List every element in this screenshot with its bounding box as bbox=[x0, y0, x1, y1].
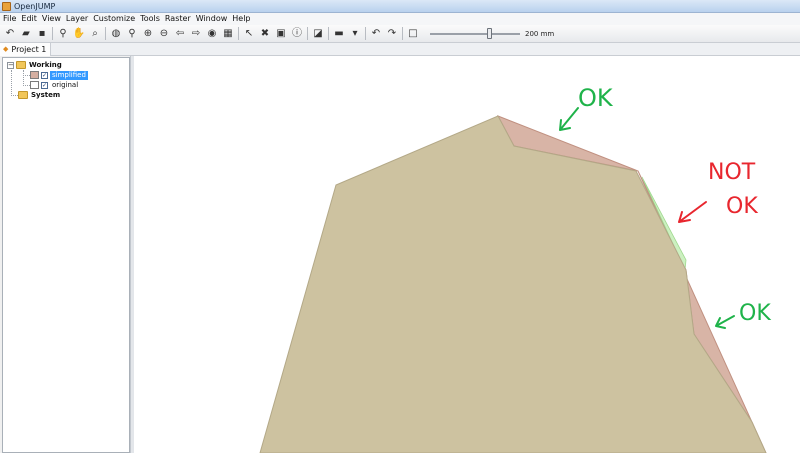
tree-line bbox=[23, 75, 30, 76]
fence-tool-icon[interactable]: □ bbox=[406, 27, 420, 41]
annotation-arrow bbox=[559, 107, 579, 131]
open-project-icon[interactable]: ▰ bbox=[19, 27, 33, 41]
slider-track bbox=[430, 32, 520, 35]
toolbar-separator bbox=[365, 27, 366, 40]
menu-edit[interactable]: Edit bbox=[19, 13, 40, 25]
undo-edit-icon[interactable]: ↶ bbox=[369, 27, 383, 41]
layer-visibility-checkbox[interactable]: ✓ bbox=[41, 71, 48, 79]
menu-raster[interactable]: Raster bbox=[163, 13, 194, 25]
original-polygon[interactable] bbox=[259, 115, 767, 453]
redo-edit-icon[interactable]: ↷ bbox=[385, 27, 399, 41]
map-drawing: OK NOT OK OK bbox=[259, 84, 771, 453]
annotation-ok-top: OK bbox=[578, 84, 614, 112]
measure-tool-icon[interactable]: ▬ bbox=[332, 27, 346, 41]
window-title: OpenJUMP bbox=[14, 1, 56, 11]
layer-label[interactable]: simplified bbox=[50, 70, 88, 80]
category-system[interactable]: System bbox=[18, 90, 60, 100]
category-label: System bbox=[31, 91, 61, 99]
category-label: Working bbox=[29, 61, 62, 69]
layer-original[interactable]: ✓ original bbox=[30, 80, 80, 90]
folder-icon bbox=[18, 91, 28, 99]
tree-line bbox=[11, 70, 12, 96]
annotation-arrow bbox=[715, 315, 735, 329]
delete-selected-icon[interactable]: ✖ bbox=[258, 27, 272, 41]
toolbar-separator bbox=[238, 27, 239, 40]
layer-label[interactable]: original bbox=[50, 81, 80, 90]
annotation-arrow bbox=[678, 201, 707, 223]
slider-thumb[interactable] bbox=[487, 27, 492, 39]
layer-style-swatch[interactable] bbox=[30, 81, 39, 89]
toolbar-separator bbox=[52, 27, 53, 40]
toolbar-separator bbox=[402, 27, 403, 40]
select-tool-icon[interactable]: ↖ bbox=[242, 27, 256, 41]
menu-window[interactable]: Window bbox=[194, 13, 231, 25]
zoom-selected-icon[interactable]: ⚲ bbox=[125, 27, 139, 41]
openjump-window: OpenJUMP File Edit View Layer Customize … bbox=[0, 0, 800, 453]
zoom-out-icon[interactable]: ⊖ bbox=[157, 27, 171, 41]
grid-icon[interactable]: ▦ bbox=[221, 27, 235, 41]
zoom-next-icon[interactable]: ⇨ bbox=[189, 27, 203, 41]
undo-icon[interactable]: ↶ bbox=[3, 27, 17, 41]
layer-style-swatch[interactable] bbox=[30, 71, 39, 79]
menu-bar: File Edit View Layer Customize Tools Ras… bbox=[0, 13, 800, 25]
zoom-previous-icon[interactable]: ⇦ bbox=[173, 27, 187, 41]
title-bar: OpenJUMP bbox=[0, 0, 800, 13]
annotation-ok-bottom: OK bbox=[739, 301, 771, 326]
layer-tree-panel: − Working ✓ simplified ✓ original System bbox=[2, 57, 130, 453]
toolbar-separator bbox=[328, 27, 329, 40]
zoom-scale-slider[interactable] bbox=[430, 27, 520, 41]
menu-layer[interactable]: Layer bbox=[64, 13, 91, 25]
tree-line bbox=[23, 70, 24, 86]
menu-tools[interactable]: Tools bbox=[138, 13, 163, 25]
app-icon bbox=[2, 1, 11, 11]
map-canvas[interactable]: OK NOT OK OK bbox=[134, 56, 800, 453]
info-icon[interactable]: ⓘ bbox=[290, 27, 304, 41]
dropdown-arrow-icon[interactable]: ▾ bbox=[348, 27, 362, 41]
project-tab-label: Project 1 bbox=[11, 44, 47, 54]
folder-icon bbox=[16, 61, 26, 69]
zoom-in-icon[interactable]: ⊕ bbox=[141, 27, 155, 41]
feature-info-icon[interactable]: ▣ bbox=[274, 27, 288, 41]
save-project-icon[interactable]: ▪ bbox=[35, 27, 49, 41]
zoom-tool-icon[interactable]: ⚲ bbox=[56, 27, 70, 41]
zoom-scale-label: 200 mm bbox=[525, 29, 555, 38]
annotation-ok-red: OK bbox=[726, 194, 758, 219]
zoom-to-fence-icon[interactable]: ◉ bbox=[205, 27, 219, 41]
zoom-full-extent-icon[interactable]: ◍ bbox=[109, 27, 123, 41]
edit-toolbox-icon[interactable]: ◪ bbox=[311, 27, 325, 41]
toolbar-icon-group: ↶ ▰ ▪ ⚲ ✋ ⌕ ◍ ⚲ ⊕ ⊖ ⇦ ⇨ ◉ ▦ ↖ ✖ ▣ ⓘ ◪ ▬ ▾ ↶ ↷ □ bbox=[3, 27, 422, 41]
layer-visibility-checkbox[interactable]: ✓ bbox=[41, 81, 48, 89]
tree-line bbox=[11, 95, 18, 96]
pan-tool-icon[interactable]: ✋ bbox=[72, 27, 86, 41]
tree-line bbox=[23, 85, 30, 86]
tab-project-1[interactable]: ◆ Project 1 bbox=[0, 42, 52, 56]
toolbar-separator bbox=[105, 27, 106, 40]
main-toolbar: ↶ ▰ ▪ ⚲ ✋ ⌕ ◍ ⚲ ⊕ ⊖ ⇦ ⇨ ◉ ▦ ↖ ✖ ▣ ⓘ ◪ ▬ ▾ ↶ ↷ □ 200 mm bbox=[0, 25, 800, 43]
menu-help[interactable]: Help bbox=[230, 13, 253, 25]
annotation-not: NOT bbox=[708, 160, 756, 185]
menu-view[interactable]: View bbox=[40, 13, 64, 25]
menu-customize[interactable]: Customize bbox=[91, 13, 138, 25]
collapse-toggle[interactable]: − bbox=[7, 61, 14, 69]
project-tab-bar: ◆ Project 1 bbox=[0, 42, 800, 56]
category-working[interactable]: − Working bbox=[7, 60, 62, 70]
menu-file[interactable]: File bbox=[1, 13, 19, 25]
toolbar-separator bbox=[307, 27, 308, 40]
project-icon: ◆ bbox=[3, 44, 9, 53]
zoom-box-icon[interactable]: ⌕ bbox=[88, 27, 102, 41]
layer-simplified[interactable]: ✓ simplified bbox=[30, 70, 88, 80]
